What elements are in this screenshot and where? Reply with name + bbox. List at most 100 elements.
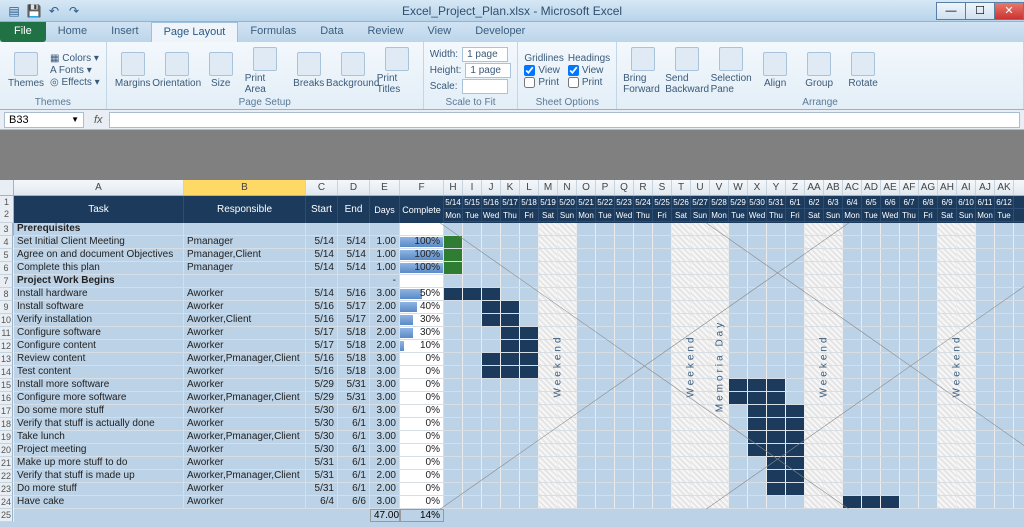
table-row[interactable]: Take lunchAworker,Pmanager,Client5/306/1… bbox=[14, 431, 1024, 444]
col-W[interactable]: W bbox=[729, 180, 748, 195]
col-M[interactable]: M bbox=[539, 180, 558, 195]
col-P[interactable]: P bbox=[596, 180, 615, 195]
colors-button[interactable]: ▦ Colors ▾ bbox=[50, 53, 100, 64]
col-D[interactable]: D bbox=[338, 180, 370, 195]
col-X[interactable]: X bbox=[748, 180, 767, 195]
save-icon[interactable]: 💾 bbox=[26, 3, 42, 19]
headings-print-checkbox[interactable]: Print bbox=[568, 77, 610, 88]
col-AK[interactable]: AK bbox=[995, 180, 1014, 195]
send-backward-button[interactable]: Send Backward bbox=[667, 46, 707, 96]
tab-data[interactable]: Data bbox=[308, 22, 355, 42]
maximize-button[interactable]: ☐ bbox=[965, 2, 995, 20]
table-row[interactable]: Complete this planPmanager5/145/141.0010… bbox=[14, 262, 1024, 275]
col-S[interactable]: S bbox=[653, 180, 672, 195]
name-box[interactable]: B33▼ bbox=[4, 112, 84, 128]
col-L[interactable]: L bbox=[520, 180, 539, 195]
tab-developer[interactable]: Developer bbox=[463, 22, 537, 42]
table-row[interactable]: Configure softwareAworker5/175/182.0030% bbox=[14, 327, 1024, 340]
close-button[interactable]: ✕ bbox=[994, 2, 1024, 20]
table-row[interactable]: Make up more stuff to doAworker5/316/12.… bbox=[14, 457, 1024, 470]
table-row[interactable]: Verify that stuff is made upAworker,Pman… bbox=[14, 470, 1024, 483]
width-select[interactable]: 1 page bbox=[462, 47, 508, 62]
table-row[interactable]: Project meetingAworker5/306/13.000% bbox=[14, 444, 1024, 457]
scale-select[interactable] bbox=[462, 79, 508, 94]
size-button[interactable]: Size bbox=[201, 46, 241, 96]
col-Z[interactable]: Z bbox=[786, 180, 805, 195]
col-AA[interactable]: AA bbox=[805, 180, 824, 195]
formula-bar[interactable] bbox=[109, 112, 1020, 128]
col-AE[interactable]: AE bbox=[881, 180, 900, 195]
tab-insert[interactable]: Insert bbox=[99, 22, 151, 42]
redo-icon[interactable]: ↷ bbox=[66, 3, 82, 19]
effects-button[interactable]: ◎ Effects ▾ bbox=[50, 77, 100, 88]
col-C[interactable]: C bbox=[306, 180, 338, 195]
col-AI[interactable]: AI bbox=[957, 180, 976, 195]
table-row[interactable]: Review contentAworker,Pmanager,Client5/1… bbox=[14, 353, 1024, 366]
table-row[interactable]: Verify installationAworker,Client5/165/1… bbox=[14, 314, 1024, 327]
table-row[interactable]: Install hardwareAworker5/145/163.0050% bbox=[14, 288, 1024, 301]
table-row[interactable]: Set Initial Client MeetingPmanager5/145/… bbox=[14, 236, 1024, 249]
margins-button[interactable]: Margins bbox=[113, 46, 153, 96]
tab-formulas[interactable]: Formulas bbox=[238, 22, 308, 42]
fx-icon[interactable]: fx bbox=[88, 114, 109, 126]
fonts-button[interactable]: A Fonts ▾ bbox=[50, 65, 100, 76]
tab-home[interactable]: Home bbox=[46, 22, 99, 42]
tab-page-layout[interactable]: Page Layout bbox=[151, 22, 239, 42]
col-AB[interactable]: AB bbox=[824, 180, 843, 195]
rotate-button[interactable]: Rotate bbox=[843, 46, 883, 96]
background-button[interactable]: Background bbox=[333, 46, 373, 96]
table-row[interactable]: Do some more stuffAworker5/306/13.000% bbox=[14, 405, 1024, 418]
themes-button[interactable]: Themes bbox=[6, 46, 46, 96]
print-titles-button[interactable]: Print Titles bbox=[377, 46, 417, 96]
col-V[interactable]: V bbox=[710, 180, 729, 195]
col-K[interactable]: K bbox=[501, 180, 520, 195]
minimize-button[interactable]: — bbox=[936, 2, 966, 20]
col-F[interactable]: F bbox=[400, 180, 444, 195]
gridlines-view-checkbox[interactable]: View bbox=[524, 65, 563, 76]
col-T[interactable]: T bbox=[672, 180, 691, 195]
col-I[interactable]: I bbox=[463, 180, 482, 195]
col-AF[interactable]: AF bbox=[900, 180, 919, 195]
print-area-button[interactable]: Print Area bbox=[245, 46, 285, 96]
col-AC[interactable]: AC bbox=[843, 180, 862, 195]
align-button[interactable]: Align bbox=[755, 46, 795, 96]
col-U[interactable]: U bbox=[691, 180, 710, 195]
table-row[interactable]: Configure contentAworker5/175/182.0010% bbox=[14, 340, 1024, 353]
table-row[interactable]: Install softwareAworker5/165/172.0040% bbox=[14, 301, 1024, 314]
tab-review[interactable]: Review bbox=[355, 22, 415, 42]
table-row[interactable]: Verify that stuff is actually doneAworke… bbox=[14, 418, 1024, 431]
col-E[interactable]: E bbox=[370, 180, 400, 195]
col-A[interactable]: A bbox=[14, 180, 184, 195]
table-row[interactable]: Have cakeAworker6/46/63.000% bbox=[14, 496, 1024, 509]
tab-view[interactable]: View bbox=[416, 22, 464, 42]
col-AH[interactable]: AH bbox=[938, 180, 957, 195]
col-B[interactable]: B bbox=[184, 180, 306, 195]
col-Y[interactable]: Y bbox=[767, 180, 786, 195]
height-select[interactable]: 1 page bbox=[465, 63, 511, 78]
table-row[interactable]: Prerequisites bbox=[14, 223, 1024, 236]
col-AD[interactable]: AD bbox=[862, 180, 881, 195]
headings-view-checkbox[interactable]: View bbox=[568, 65, 610, 76]
col-O[interactable]: O bbox=[577, 180, 596, 195]
col-J[interactable]: J bbox=[482, 180, 501, 195]
col-H[interactable]: H bbox=[444, 180, 463, 195]
gridlines-print-checkbox[interactable]: Print bbox=[524, 77, 563, 88]
col-Q[interactable]: Q bbox=[615, 180, 634, 195]
undo-icon[interactable]: ↶ bbox=[46, 3, 62, 19]
col-AJ[interactable]: AJ bbox=[976, 180, 995, 195]
file-tab[interactable]: File bbox=[0, 22, 46, 42]
table-row[interactable]: Project Work Begins- bbox=[14, 275, 1024, 288]
orientation-button[interactable]: Orientation bbox=[157, 46, 197, 96]
col-R[interactable]: R bbox=[634, 180, 653, 195]
breaks-button[interactable]: Breaks bbox=[289, 46, 329, 96]
group-button[interactable]: Group bbox=[799, 46, 839, 96]
table-row[interactable]: Do more stuffAworker5/316/12.000% bbox=[14, 483, 1024, 496]
table-row[interactable]: Agree on and document ObjectivesPmanager… bbox=[14, 249, 1024, 262]
col-AG[interactable]: AG bbox=[919, 180, 938, 195]
bring-forward-button[interactable]: Bring Forward bbox=[623, 46, 663, 96]
table-row[interactable]: Configure more softwareAworker,Pmanager,… bbox=[14, 392, 1024, 405]
table-row[interactable]: Install more softwareAworker5/295/313.00… bbox=[14, 379, 1024, 392]
col-N[interactable]: N bbox=[558, 180, 577, 195]
selection-pane-button[interactable]: Selection Pane bbox=[711, 46, 751, 96]
table-row[interactable]: Test contentAworker5/165/183.000% bbox=[14, 366, 1024, 379]
